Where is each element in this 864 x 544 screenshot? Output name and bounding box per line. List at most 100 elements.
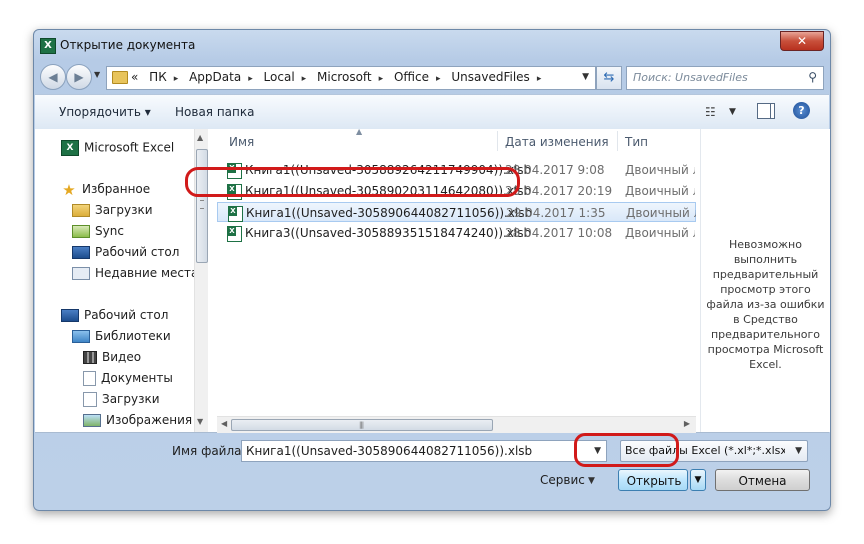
cancel-button-label: Отмена	[738, 474, 787, 488]
view-options-icon[interactable]: ☷	[705, 105, 716, 119]
column-header-type[interactable]: Тип	[625, 135, 648, 149]
nav-item-sync[interactable]: Sync	[72, 224, 124, 242]
view-options-dropdown[interactable]: ▼	[729, 107, 736, 117]
refresh-button[interactable]: ⇆	[596, 66, 622, 90]
title-bar[interactable]: X Открытие документа ✕	[34, 30, 830, 60]
downloads-icon	[83, 392, 97, 407]
filename-label: Имя файла:	[172, 444, 246, 458]
cancel-button[interactable]: Отмена	[715, 469, 810, 491]
nav-item-libraries[interactable]: Библиотеки	[72, 329, 171, 347]
folder-icon	[72, 204, 90, 217]
breadcrumb-separator[interactable]: ▸	[174, 74, 179, 84]
help-icon[interactable]: ?	[793, 102, 810, 119]
open-button[interactable]: Открыть	[618, 469, 688, 491]
file-date: 28.04.2017 10:08	[505, 226, 613, 240]
breadcrumb-item[interactable]: UnsavedFiles	[451, 70, 529, 84]
preview-pane-icon[interactable]	[757, 103, 775, 119]
search-placeholder: Поиск: UnsavedFiles	[633, 71, 748, 84]
nav-item-images[interactable]: Изображения	[83, 413, 192, 431]
address-bar[interactable]: « ПК ▸ AppData ▸ Local ▸ Microsoft ▸ Office ▸…	[106, 66, 596, 90]
navigation-pane: X Microsoft Excel ★ Избранное Загрузки Syn…	[35, 129, 208, 432]
filename-input[interactable]: Книга1((Unsaved-305890644082711056)).xls…	[241, 440, 607, 462]
sync-folder-icon	[72, 225, 90, 238]
breadcrumb-overflow[interactable]: «	[131, 70, 138, 84]
sort-ascending-icon: ▲	[356, 127, 363, 136]
nav-item-label: Sync	[95, 224, 124, 238]
libraries-icon	[72, 330, 90, 343]
excel-icon: X	[40, 38, 56, 54]
organize-button[interactable]: Упорядочить ▾	[59, 105, 151, 119]
open-document-dialog: X Открытие документа ✕ ◀ ▶ ▼ « ПК ▸ AppDa…	[33, 29, 831, 511]
column-divider[interactable]	[497, 131, 498, 151]
nav-item-label: Загрузки	[102, 392, 160, 406]
search-icon[interactable]: ⚲	[808, 70, 817, 84]
forward-button[interactable]: ▶	[66, 64, 92, 90]
excel-icon: X	[61, 140, 79, 156]
column-header-date[interactable]: Дата изменения	[505, 135, 609, 149]
scroll-left-icon[interactable]: ◀	[221, 419, 227, 428]
nav-item-label: Документы	[101, 371, 173, 385]
service-button[interactable]: Сервис	[540, 473, 585, 487]
file-name: Книга1((Unsaved-305890644082711056)).xls…	[246, 206, 533, 220]
scroll-down-icon[interactable]: ▼	[197, 417, 203, 426]
service-dropdown-icon[interactable]: ▼	[588, 476, 595, 486]
close-button[interactable]: ✕	[780, 31, 824, 51]
back-button[interactable]: ◀	[40, 64, 66, 90]
nav-item-favorites[interactable]: ★ Избранное	[61, 182, 150, 200]
breadcrumb-item[interactable]: Office	[394, 70, 429, 84]
recent-pages-dropdown[interactable]: ▼	[94, 70, 100, 79]
scroll-right-icon[interactable]: ▶	[684, 419, 690, 428]
excel-file-icon	[227, 226, 242, 242]
star-icon: ★	[62, 180, 76, 199]
column-divider[interactable]	[617, 131, 618, 151]
breadcrumb-separator[interactable]: ▸	[302, 74, 307, 84]
nav-item-desktop[interactable]: Рабочий стол	[72, 245, 179, 263]
breadcrumb-separator[interactable]: ▸	[379, 74, 384, 84]
nav-item-label: Загрузки	[95, 203, 153, 217]
window-title: Открытие документа	[60, 38, 196, 52]
nav-item-desktop-root[interactable]: Рабочий стол	[61, 308, 168, 326]
file-row-selected[interactable]: Книга1((Unsaved-305890644082711056)).xls…	[217, 202, 696, 222]
images-icon	[83, 414, 101, 427]
navigation-row: ◀ ▶ ▼ « ПК ▸ AppData ▸ Local ▸ Microsoft ▸ O…	[40, 64, 824, 90]
nav-item-video[interactable]: Видео	[83, 350, 141, 368]
excel-file-icon	[228, 206, 243, 222]
nav-item-downloads-library[interactable]: Загрузки	[83, 392, 160, 410]
file-list-horizontal-scrollbar[interactable]: ◀ ||| ▶	[217, 416, 696, 433]
scroll-thumb[interactable]: |||	[231, 419, 493, 431]
open-options-dropdown[interactable]: ▼	[690, 469, 706, 491]
nav-item-label: Библиотеки	[95, 329, 171, 343]
preview-error-message: Невозможно выполнить предварительный про…	[706, 238, 825, 371]
open-button-label: Открыть	[626, 474, 682, 488]
folder-icon	[112, 71, 128, 84]
breadcrumb-item[interactable]: ПК	[149, 70, 167, 84]
scroll-up-icon[interactable]: ▲	[197, 133, 203, 142]
file-name: Книга3((Unsaved-305889351518474240)).xls…	[245, 226, 532, 240]
breadcrumb-item[interactable]: Microsoft	[317, 70, 372, 84]
nav-item-label: Рабочий стол	[84, 308, 169, 322]
nav-item-documents[interactable]: Документы	[83, 371, 173, 389]
nav-item-microsoft-excel[interactable]: X Microsoft Excel	[61, 140, 174, 158]
breadcrumb-item[interactable]: AppData	[189, 70, 241, 84]
breadcrumb-item[interactable]: Local	[264, 70, 295, 84]
grip-icon	[200, 200, 204, 209]
recent-places-icon	[72, 267, 90, 280]
documents-icon	[83, 371, 96, 386]
column-header-name[interactable]: Имя	[229, 135, 254, 149]
file-type: Двоичный ли	[625, 163, 695, 177]
breadcrumb-separator[interactable]: ▸	[537, 74, 542, 84]
video-icon	[83, 351, 97, 364]
chevron-down-icon[interactable]: ▼	[795, 446, 802, 456]
file-row[interactable]: Книга3((Unsaved-305889351518474240)).xls…	[217, 223, 696, 243]
nav-item-recent-places[interactable]: Недавние места	[72, 266, 198, 284]
breadcrumb-separator[interactable]: ▸	[248, 74, 253, 84]
nav-item-label: Видео	[102, 350, 142, 364]
search-box[interactable]: Поиск: UnsavedFiles ⚲	[626, 66, 824, 90]
breadcrumb-separator[interactable]: ▸	[436, 74, 441, 84]
desktop-icon	[72, 246, 90, 259]
nav-item-downloads[interactable]: Загрузки	[72, 203, 153, 221]
nav-item-label: Microsoft Excel	[84, 140, 175, 155]
grip-icon: |||	[359, 421, 364, 429]
address-dropdown[interactable]: ▼	[582, 72, 589, 82]
new-folder-button[interactable]: Новая папка	[175, 105, 254, 119]
